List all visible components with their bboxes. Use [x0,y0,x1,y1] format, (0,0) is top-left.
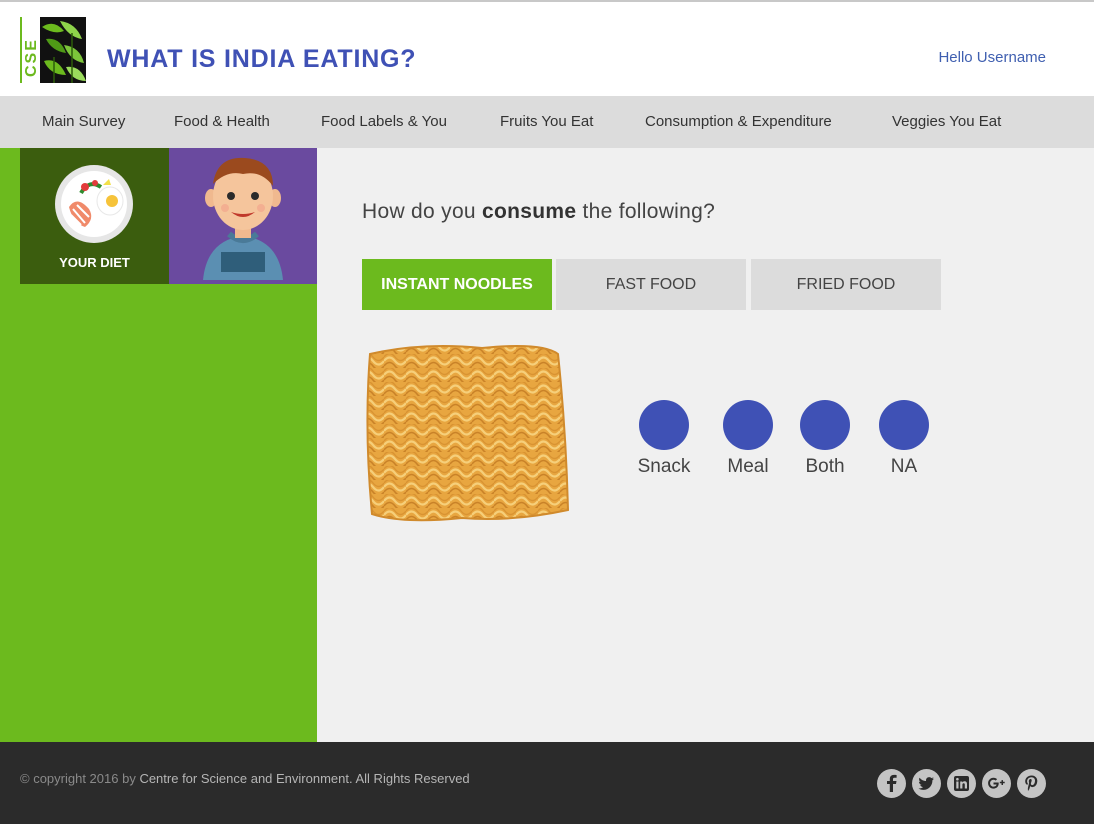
site-header: CSE WHAT IS INDIA EATING? Hello Username [0,2,1094,96]
site-title: WHAT IS INDIA EATING? [107,45,417,73]
meal-label: Meal [727,456,769,477]
option-na[interactable]: NA [864,400,944,478]
sidebar: YOUR DIET [0,148,317,742]
twitter-icon[interactable] [912,769,941,798]
both-radio[interactable] [800,400,850,450]
cse-logo[interactable]: CSE [20,17,86,83]
question-pre: How do you [362,200,483,223]
option-snack[interactable]: Snack [624,400,704,478]
logo-text: CSE [23,38,40,77]
main-content: How do you consume the following? INSTAN… [317,148,1094,742]
facebook-icon[interactable] [877,769,906,798]
site-footer: © copyright 2016 by Centre for Science a… [0,742,1094,824]
avatar [169,148,317,284]
snack-radio[interactable] [639,400,689,450]
instant-noodles-image [362,340,572,524]
question-emphasis: consume [482,200,577,223]
option-both[interactable]: Both [785,400,865,478]
snack-label: Snack [637,456,691,477]
pinterest-icon[interactable] [1017,769,1046,798]
google-plus-icon[interactable] [982,769,1011,798]
nav-item-main-survey[interactable]: Main Survey [42,113,125,130]
copyright-org: Centre for Science and Environment. All … [139,771,470,786]
na-label: NA [890,456,918,477]
meal-radio[interactable] [723,400,773,450]
main-nav: Main Survey Food & Health Food Labels & … [0,96,1094,148]
nav-item-veggies[interactable]: Veggies You Eat [892,113,1001,130]
your-diet-tile[interactable]: YOUR DIET [20,148,169,284]
copyright-text: © copyright 2016 by Centre for Science a… [20,771,470,786]
linkedin-icon[interactable] [947,769,976,798]
diet-plate-icon [55,165,133,243]
question-post: the following? [576,200,716,223]
both-label: Both [805,456,845,477]
option-meal[interactable]: Meal [708,400,788,478]
na-radio[interactable] [879,400,929,450]
nav-item-consumption[interactable]: Consumption & Expenditure [645,113,832,130]
copyright-prefix: © copyright 2016 by [20,771,140,786]
tab-fried-food[interactable]: FRIED FOOD [751,259,941,310]
user-greeting-link[interactable]: Hello Username [938,49,1046,66]
tab-fast-food[interactable]: FAST FOOD [556,259,746,310]
nav-item-food-health[interactable]: Food & Health [174,113,270,130]
tab-instant-noodles[interactable]: INSTANT NOODLES [362,259,552,310]
nav-item-food-labels[interactable]: Food Labels & You [321,113,447,130]
question-text: How do you consume the following? [362,200,715,224]
nav-item-fruits[interactable]: Fruits You Eat [500,113,593,130]
your-diet-label: YOUR DIET [59,255,130,270]
